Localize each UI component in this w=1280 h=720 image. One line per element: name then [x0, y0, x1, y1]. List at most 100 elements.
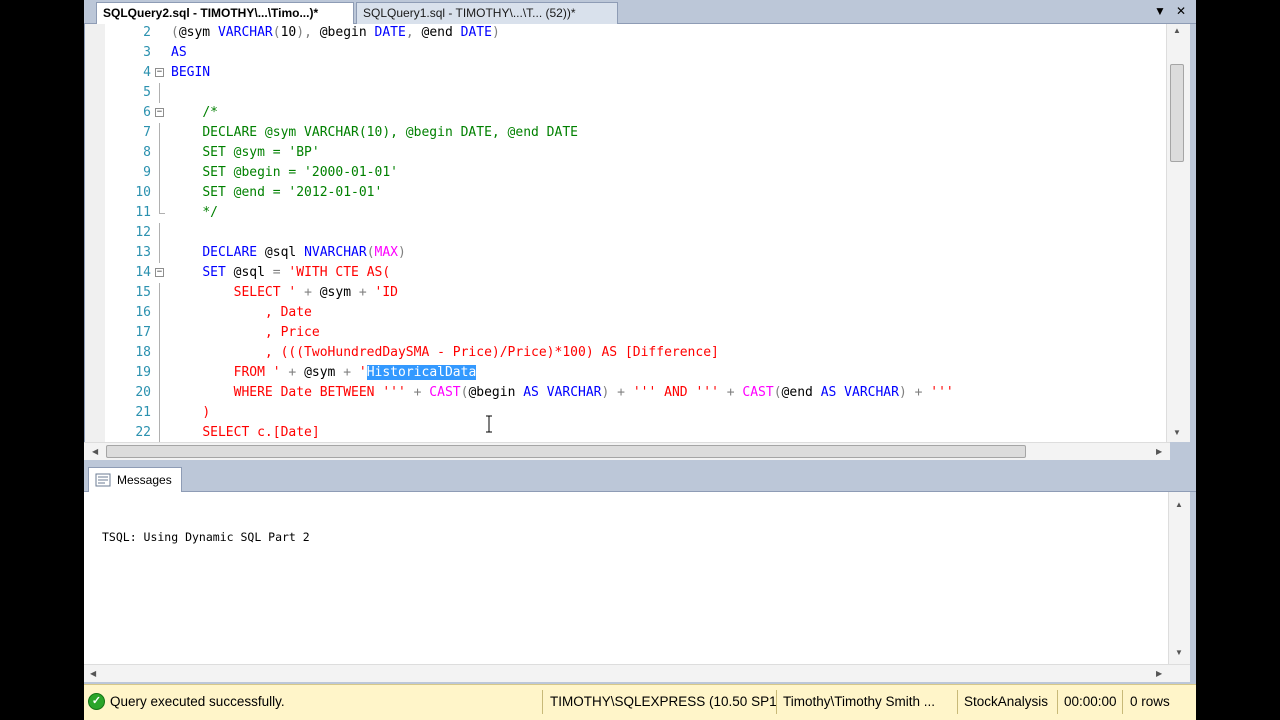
line-number: 8: [143, 145, 151, 160]
scroll-right-icon[interactable]: ▶: [1156, 669, 1162, 678]
status-divider: [1057, 690, 1058, 714]
code-text: SELECT c.[Date]: [202, 425, 320, 440]
code-line[interactable]: 16 , Date: [85, 303, 1171, 323]
line-number: 3: [143, 45, 151, 60]
code-text: ): [202, 405, 211, 420]
fold-guide: [159, 283, 160, 303]
fold-guide: [159, 123, 160, 143]
code-text: SET @end = '2012-01-01': [202, 185, 383, 200]
fold-guide: [159, 343, 160, 363]
line-number: 20: [135, 385, 151, 400]
scroll-up-icon[interactable]: ▲: [1175, 500, 1183, 509]
line-number: 17: [135, 325, 151, 340]
status-divider: [1122, 690, 1123, 714]
line-number: 7: [143, 125, 151, 140]
code-line[interactable]: 4− BEGIN: [85, 63, 1171, 83]
code-line[interactable]: 6− /*: [85, 103, 1171, 123]
close-icon[interactable]: ✕: [1176, 4, 1186, 18]
line-number: 15: [135, 285, 151, 300]
scroll-right-icon[interactable]: ▶: [1156, 447, 1162, 456]
tab-sqlquery2[interactable]: SQLQuery2.sql - TIMOTHY\...\Timo...)*: [96, 2, 354, 25]
fold-guide: [159, 303, 160, 323]
status-bar: ✓ Query executed successfully. TIMOTHY\S…: [84, 684, 1196, 720]
messages-vertical-scrollbar[interactable]: ▲ ▼: [1168, 492, 1190, 664]
text-cursor-icon: [486, 415, 492, 433]
code-line[interactable]: 19 FROM ' + @sym + 'HistoricalData: [85, 363, 1171, 383]
code-text: AS: [171, 45, 187, 60]
code-line[interactable]: 3 AS: [85, 43, 1171, 63]
messages-horizontal-scrollbar[interactable]: ◀ ▶: [84, 664, 1190, 682]
code-text: , (((TwoHundredDaySMA - Price)/Price)*10…: [264, 345, 719, 360]
line-number: 9: [143, 165, 151, 180]
tab-messages[interactable]: Messages: [88, 467, 182, 492]
code-line[interactable]: 8 SET @sym = 'BP': [85, 143, 1171, 163]
code-line[interactable]: 15 SELECT ' + @sym + 'ID: [85, 283, 1171, 303]
scroll-down-icon[interactable]: ▼: [1173, 428, 1181, 437]
messages-pane: TSQL: Using Dynamic SQL Part 2 ▲ ▼: [84, 492, 1190, 664]
code-text: DECLARE @sql NVARCHAR(MAX): [202, 245, 406, 260]
code-line[interactable]: 18 , (((TwoHundredDaySMA - Price)/Price)…: [85, 343, 1171, 363]
code-line[interactable]: 13 DECLARE @sql NVARCHAR(MAX): [85, 243, 1171, 263]
code-text: , Date: [264, 305, 312, 320]
code-line[interactable]: 5: [85, 83, 1171, 103]
tab-dropdown-icon[interactable]: ▼: [1154, 4, 1166, 18]
code-text: SET @sym = 'BP': [202, 145, 320, 160]
code-text: SELECT ' + @sym + 'ID: [233, 285, 399, 300]
line-number: 14: [135, 265, 151, 280]
code-text: /*: [202, 105, 218, 120]
code-line[interactable]: 9 SET @begin = '2000-01-01': [85, 163, 1171, 183]
ssms-window: SQLQuery2.sql - TIMOTHY\...\Timo...)* SQ…: [84, 0, 1196, 720]
code-text: WHERE Date BETWEEN ''' + CAST(@begin AS …: [233, 385, 954, 400]
line-number: 21: [135, 405, 151, 420]
scroll-up-icon[interactable]: ▲: [1173, 26, 1181, 35]
line-number: 11: [135, 205, 151, 220]
status-elapsed: 00:00:00: [1064, 694, 1117, 709]
editor-vertical-scroll-thumb[interactable]: [1170, 64, 1184, 162]
message-text: TSQL: Using Dynamic SQL Part 2: [102, 530, 310, 544]
collapse-region-icon[interactable]: −: [155, 268, 164, 277]
line-number: 6: [143, 105, 151, 120]
code-text: */: [202, 205, 218, 220]
editor-horizontal-scrollbar[interactable]: ◀ ▶: [84, 442, 1170, 460]
fold-guide: [159, 83, 160, 103]
code-line[interactable]: 21 ): [85, 403, 1171, 423]
scroll-down-icon[interactable]: ▼: [1175, 648, 1183, 657]
messages-icon: [95, 473, 111, 487]
code-text: , Price: [264, 325, 320, 340]
fold-guide: [159, 403, 160, 423]
scroll-left-icon[interactable]: ◀: [92, 447, 98, 456]
line-number: 10: [135, 185, 151, 200]
code-lines: 2 (@sym VARCHAR(10), @begin DATE, @end DA…: [85, 24, 1171, 442]
code-line[interactable]: 2 (@sym VARCHAR(10), @begin DATE, @end DA…: [85, 24, 1171, 43]
code-line[interactable]: 22 SELECT c.[Date]: [85, 423, 1171, 442]
line-number: 18: [135, 345, 151, 360]
code-line[interactable]: 11 */: [85, 203, 1171, 223]
collapse-region-icon[interactable]: −: [155, 108, 164, 117]
status-message: Query executed successfully.: [110, 694, 285, 709]
fold-guide: [159, 223, 160, 243]
fold-end-marker: [159, 213, 165, 214]
code-text: SET @begin = '2000-01-01': [202, 165, 398, 180]
code-text: FROM ' + @sym + 'HistoricalData: [233, 365, 477, 380]
code-text: SET @sql = 'WITH CTE AS(: [202, 265, 391, 280]
fold-guide: [159, 323, 160, 343]
code-line[interactable]: 7 DECLARE @sym VARCHAR(10), @begin DATE,…: [85, 123, 1171, 143]
code-line[interactable]: 20 WHERE Date BETWEEN ''' + CAST(@begin …: [85, 383, 1171, 403]
editor-vertical-scrollbar[interactable]: ▲ ▼: [1166, 24, 1190, 442]
fold-guide: [159, 183, 160, 203]
editor-horizontal-scroll-thumb[interactable]: [106, 445, 1026, 458]
code-line[interactable]: 12: [85, 223, 1171, 243]
code-line[interactable]: 10 SET @end = '2012-01-01': [85, 183, 1171, 203]
code-line[interactable]: 17 , Price: [85, 323, 1171, 343]
query-editor[interactable]: 2 (@sym VARCHAR(10), @begin DATE, @end DA…: [84, 24, 1190, 442]
status-divider: [776, 690, 777, 714]
scroll-left-icon[interactable]: ◀: [90, 669, 96, 678]
code-line[interactable]: 14− SET @sql = 'WITH CTE AS(: [85, 263, 1171, 283]
results-tab-bar: Messages: [84, 464, 1196, 492]
line-number: 19: [135, 365, 151, 380]
line-number: 2: [143, 25, 151, 40]
tab-sqlquery1[interactable]: SQLQuery1.sql - TIMOTHY\...\T... (52))*: [356, 2, 618, 24]
line-number: 16: [135, 305, 151, 320]
collapse-region-icon[interactable]: −: [155, 68, 164, 77]
line-number: 4: [143, 65, 151, 80]
